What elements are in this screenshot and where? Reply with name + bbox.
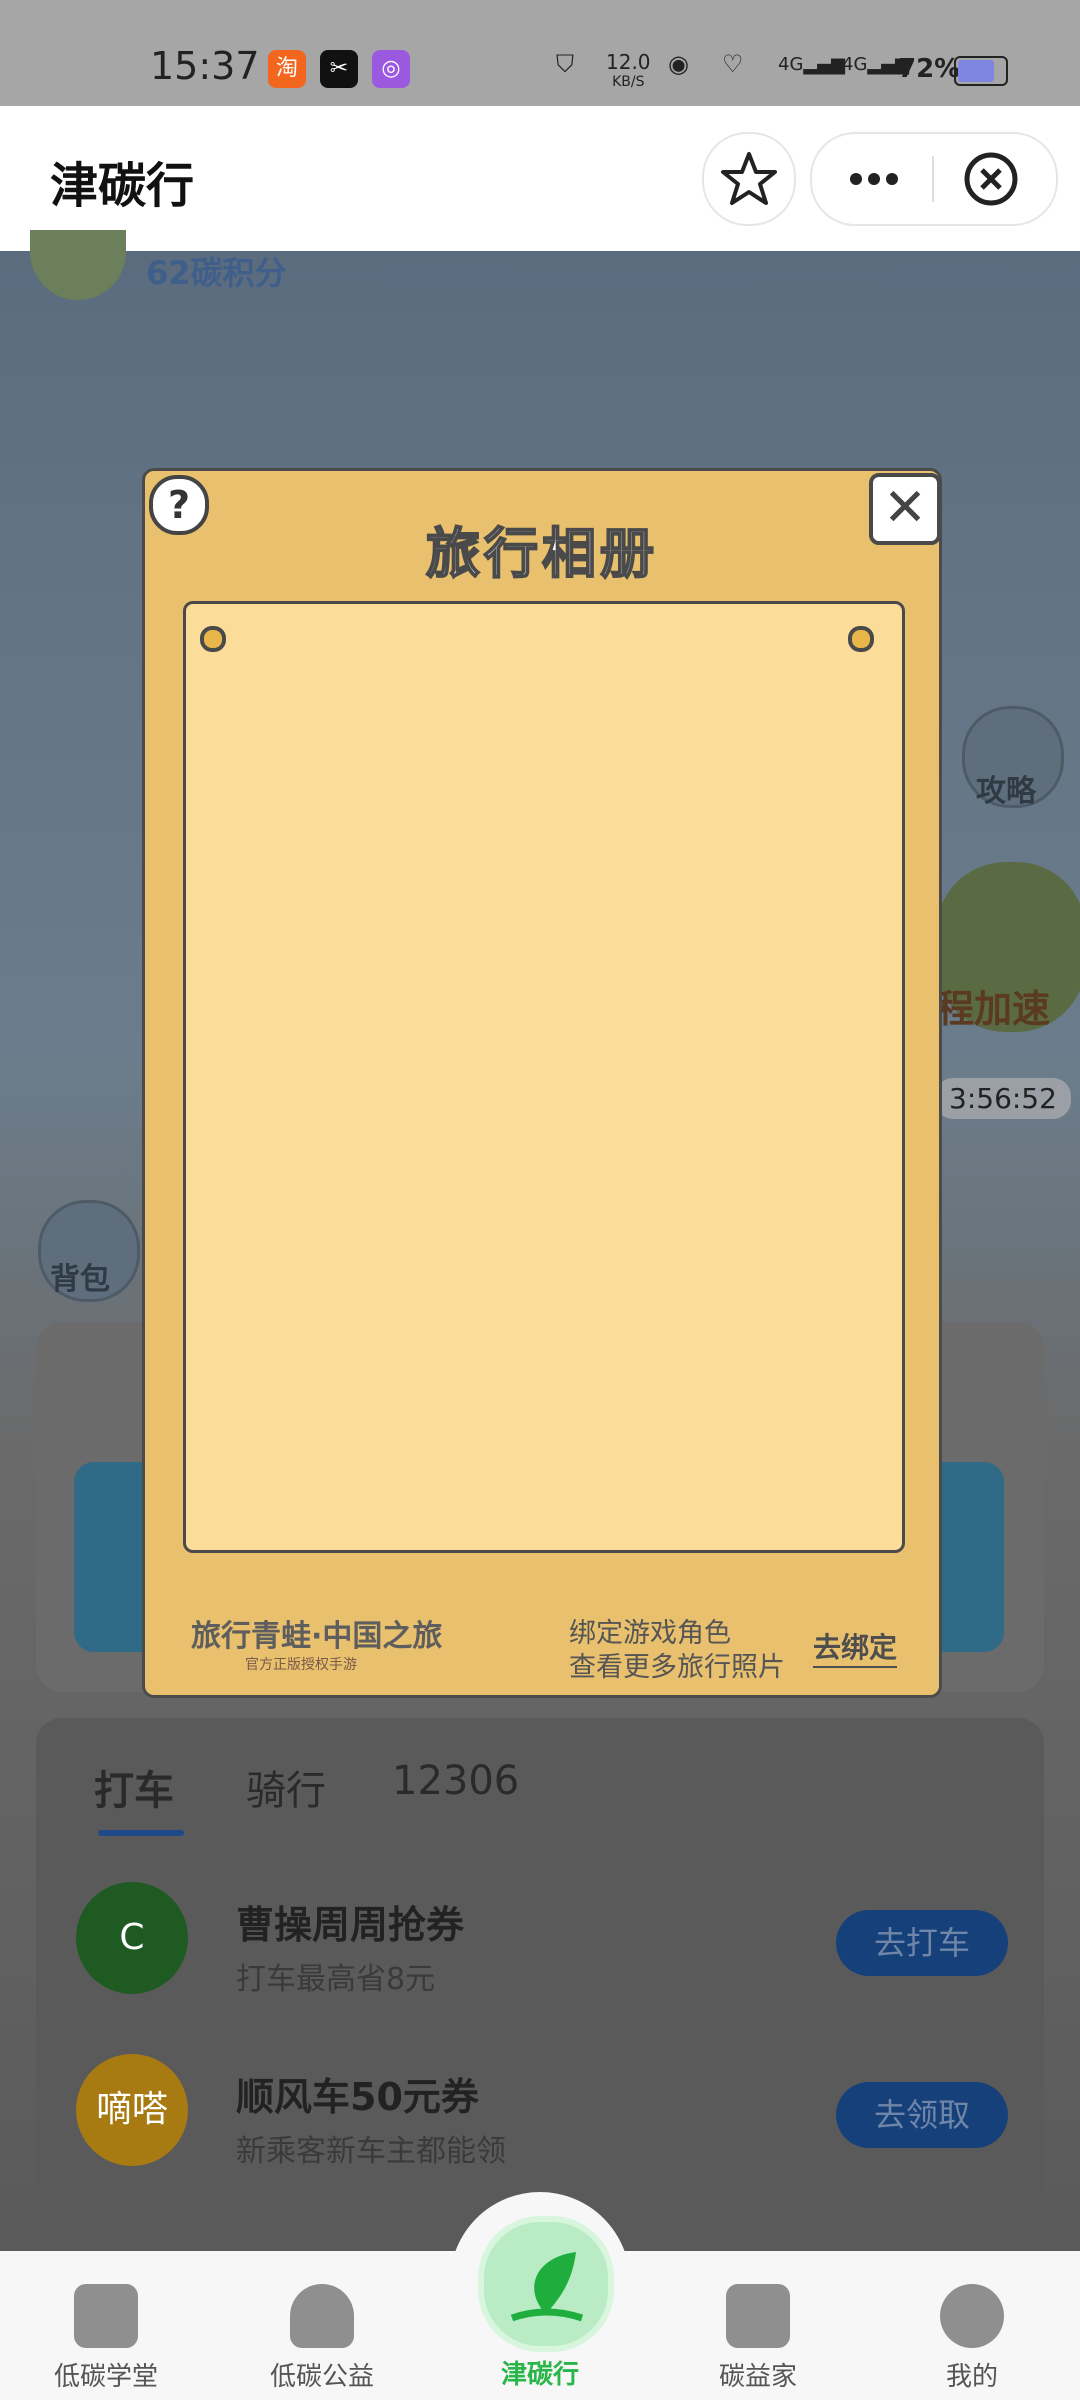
user-icon bbox=[940, 2284, 1004, 2348]
circle-app-icon: ◎ bbox=[372, 50, 410, 88]
heart-status-icon: ♡ bbox=[722, 50, 744, 78]
signal-1-icon: 4G▂▄▆ bbox=[778, 54, 845, 75]
tab-12306[interactable]: 12306 bbox=[392, 1758, 519, 1804]
nav-item-home[interactable]: 碳益家 bbox=[658, 2260, 858, 2393]
leaf-icon bbox=[510, 2252, 584, 2322]
close-circle-icon bbox=[964, 152, 1018, 206]
carbon-score: 62碳积分 bbox=[146, 254, 287, 292]
nav-label: 低碳学堂 bbox=[53, 2362, 158, 2392]
promo-title: 曹操周周抢券 bbox=[236, 1903, 465, 1947]
backpack-label: 背包 bbox=[50, 1262, 110, 1297]
capsule-menu bbox=[810, 132, 1058, 226]
net-speed-value: 12.0 bbox=[606, 50, 651, 74]
countdown-timer: 3:56:52 bbox=[935, 1078, 1071, 1119]
frog-brand-logo: 旅行青蛙·中国之旅 bbox=[191, 1619, 443, 1654]
promo-subtitle: 打车最高省8元 bbox=[236, 1962, 436, 1997]
travel-album-dialog: ? ✕ 旅行相册 旅行青蛙·中国之旅 官方正版授权手游 绑定游戏角色 查看更多旅… bbox=[142, 468, 942, 1698]
shield-status-icon: ⛉ bbox=[556, 50, 574, 78]
album-photo-frame bbox=[183, 601, 905, 1553]
heart-hands-icon bbox=[290, 2284, 354, 2348]
favorite-button[interactable] bbox=[702, 132, 796, 226]
bind-button[interactable]: 去绑定 bbox=[813, 1626, 898, 1668]
nav-label-active: 津碳行 bbox=[500, 2360, 579, 2390]
tab-taxi[interactable]: 打车 bbox=[94, 1758, 174, 1816]
battery-percent: 72% bbox=[898, 54, 961, 84]
net-speed-unit: KB/S bbox=[612, 74, 645, 90]
net-speed: 12.0 KB/S bbox=[606, 52, 651, 92]
brand-subtitle: 官方正版授权手游 bbox=[245, 1657, 357, 1673]
page-title: 津碳行 bbox=[50, 158, 195, 214]
promo-subtitle: 新乘客新车主都能领 bbox=[236, 2134, 506, 2169]
dialog-title: 旅行相册 bbox=[425, 521, 658, 586]
nav-item-jintanxing[interactable] bbox=[478, 2216, 614, 2352]
status-bar: 15:37 淘 ✂ ◎ ⛉ 12.0 KB/S ◉ ♡ 4G▂▄▆ 4G▂▄▆ … bbox=[0, 0, 1080, 106]
signal-2-label: 4G bbox=[842, 54, 868, 75]
go-taxi-button[interactable]: 去打车 bbox=[836, 1910, 1008, 1976]
book-icon bbox=[74, 2284, 138, 2348]
more-button[interactable] bbox=[844, 154, 904, 204]
nav-label: 碳益家 bbox=[718, 2362, 797, 2392]
battery-level bbox=[958, 60, 994, 82]
star-icon bbox=[721, 152, 777, 205]
nav-item-mine[interactable]: 我的 bbox=[872, 2260, 1072, 2393]
dida-logo: 嘀嗒 bbox=[76, 2054, 188, 2166]
caocao-logo: C bbox=[76, 1882, 188, 1994]
guide-label: 攻略 bbox=[976, 774, 1036, 809]
speedup-label: 程加速 bbox=[936, 987, 1051, 1031]
tab-cycling[interactable]: 骑行 bbox=[246, 1758, 326, 1816]
battery-icon bbox=[954, 56, 1008, 86]
hotspot-icon: ◉ bbox=[668, 50, 689, 78]
store-icon bbox=[726, 2284, 790, 2348]
taobao-app-icon: 淘 bbox=[268, 50, 306, 88]
bind-hint-line2: 查看更多旅行照片 bbox=[569, 1652, 785, 1683]
nav-item-school[interactable]: 低碳学堂 bbox=[6, 2260, 206, 2393]
exit-button[interactable] bbox=[962, 150, 1020, 208]
promo-panel: 打车 骑行 12306 C 曹操周周抢券 打车最高省8元 去打车 嘀嗒 顺风车5… bbox=[36, 1718, 1044, 2238]
status-time: 15:37 bbox=[150, 44, 260, 88]
capsule-divider bbox=[932, 156, 934, 202]
nav-label: 我的 bbox=[945, 2362, 998, 2392]
more-dots-icon bbox=[850, 173, 898, 185]
nav-item-charity[interactable]: 低碳公益 bbox=[222, 2260, 422, 2393]
capcut-app-icon: ✂ bbox=[320, 50, 358, 88]
mini-program-header: 津碳行 bbox=[0, 106, 1080, 251]
tab-underline bbox=[98, 1830, 184, 1836]
rivet-icon bbox=[848, 626, 874, 652]
nav-label: 低碳公益 bbox=[269, 2362, 374, 2392]
signal-1-label: 4G bbox=[778, 54, 804, 75]
claim-button[interactable]: 去领取 bbox=[836, 2082, 1008, 2148]
promo-title: 顺风车50元券 bbox=[236, 2075, 479, 2119]
rivet-icon bbox=[200, 626, 226, 652]
